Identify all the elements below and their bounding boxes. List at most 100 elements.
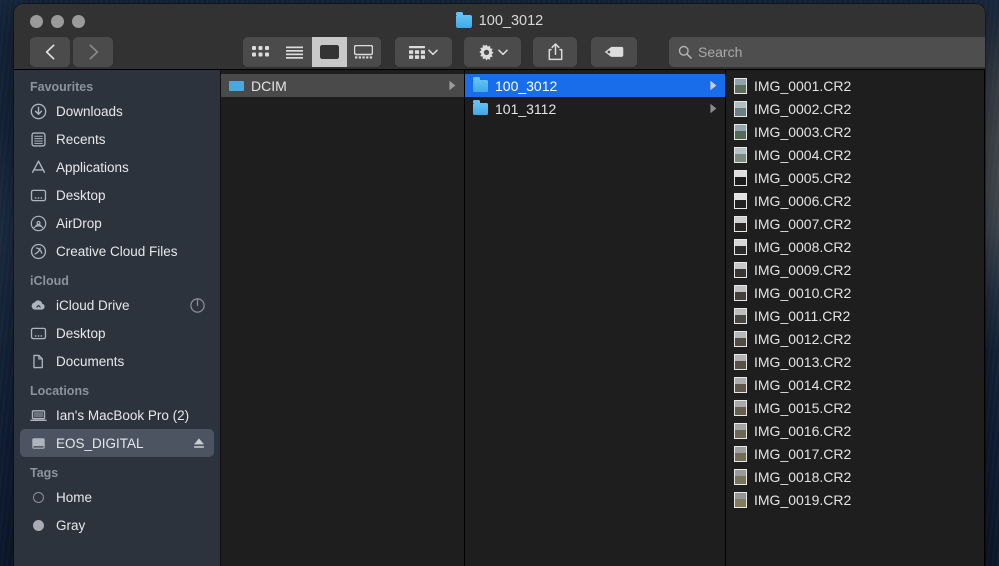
column-folders[interactable]: 100_3012 101_3112 bbox=[465, 70, 726, 566]
file-row[interactable]: IMG_0019.CR2 bbox=[726, 488, 984, 511]
file-row[interactable]: IMG_0011.CR2 bbox=[726, 304, 984, 327]
disclosure-arrow-icon bbox=[448, 80, 457, 91]
file-row[interactable]: IMG_0017.CR2 bbox=[726, 442, 984, 465]
folder-row[interactable]: DCIM bbox=[221, 74, 464, 97]
window-title: 100_3012 bbox=[14, 11, 985, 29]
column-dcim[interactable]: DCIM bbox=[221, 70, 465, 566]
file-thumbnail bbox=[734, 215, 747, 232]
file-name: IMG_0007.CR2 bbox=[754, 215, 852, 232]
arrange-button[interactable] bbox=[395, 37, 452, 67]
file-row[interactable]: IMG_0012.CR2 bbox=[726, 327, 984, 350]
file-row[interactable]: IMG_0004.CR2 bbox=[726, 143, 984, 166]
finder-toolbar: 100_3012 Search bbox=[14, 4, 985, 70]
desktop-icon bbox=[30, 187, 47, 204]
column-view-button[interactable] bbox=[312, 37, 347, 67]
sidebar-item-desktop[interactable]: Desktop bbox=[20, 181, 214, 209]
search-icon bbox=[678, 45, 692, 59]
sidebar-section-header-locations: Locations bbox=[30, 384, 90, 398]
file-row[interactable]: IMG_0018.CR2 bbox=[726, 465, 984, 488]
icon-view-button[interactable] bbox=[243, 37, 278, 67]
file-thumbnail bbox=[734, 100, 747, 117]
file-thumbnail bbox=[734, 192, 747, 209]
gallery-view-button[interactable] bbox=[347, 37, 382, 67]
share-button[interactable] bbox=[533, 37, 577, 67]
sidebar-item-airdrop[interactable]: AirDrop bbox=[20, 209, 214, 237]
sidebar-item-label: Creative Cloud Files bbox=[56, 243, 178, 259]
search-placeholder: Search bbox=[698, 44, 743, 60]
finder-window: 100_3012 Search Favourites Downloads Rec… bbox=[14, 4, 985, 566]
tag-dot-hollow bbox=[30, 489, 47, 506]
file-thumbnail bbox=[734, 376, 747, 393]
sidebar-item-ian-s-macbook-pro-2[interactable]: Ian's MacBook Pro (2) bbox=[20, 401, 214, 429]
creative-cloud-icon bbox=[30, 243, 47, 260]
file-row[interactable]: IMG_0008.CR2 bbox=[726, 235, 984, 258]
file-name: IMG_0001.CR2 bbox=[754, 77, 852, 94]
file-row[interactable]: IMG_0016.CR2 bbox=[726, 419, 984, 442]
file-row[interactable]: IMG_0009.CR2 bbox=[726, 258, 984, 281]
sidebar-item-label: Recents bbox=[56, 131, 106, 147]
sidebar-item-eos-digital[interactable]: EOS_DIGITAL bbox=[20, 429, 214, 457]
eject-icon bbox=[194, 438, 204, 448]
file-name: IMG_0014.CR2 bbox=[754, 376, 852, 393]
sidebar-item-gray[interactable]: Gray bbox=[20, 511, 214, 539]
search-input[interactable]: Search bbox=[669, 37, 985, 67]
maximize-button[interactable] bbox=[72, 15, 85, 28]
action-menu-button[interactable] bbox=[464, 37, 521, 67]
sidebar-item-label: Documents bbox=[56, 353, 125, 369]
airdrop-icon bbox=[30, 215, 47, 232]
folder-icon bbox=[473, 100, 488, 115]
file-row[interactable]: IMG_0005.CR2 bbox=[726, 166, 984, 189]
sidebar-item-creative-cloud-files[interactable]: Creative Cloud Files bbox=[20, 237, 214, 265]
sync-progress-icon bbox=[190, 297, 205, 313]
desktop-icon bbox=[30, 325, 47, 342]
chevron-down-icon bbox=[497, 49, 508, 55]
back-button[interactable] bbox=[30, 37, 70, 67]
disclosure-arrow-icon bbox=[710, 103, 717, 114]
file-row[interactable]: IMG_0007.CR2 bbox=[726, 212, 984, 235]
file-row[interactable]: IMG_0010.CR2 bbox=[726, 281, 984, 304]
sidebar-item-applications[interactable]: Applications bbox=[20, 153, 214, 181]
disclosure-arrow-icon bbox=[710, 80, 717, 91]
external-drive-icon bbox=[30, 435, 47, 452]
file-name: IMG_0008.CR2 bbox=[754, 238, 852, 255]
file-row[interactable]: IMG_0001.CR2 bbox=[726, 74, 984, 97]
sidebar-item-recents[interactable]: Recents bbox=[20, 125, 214, 153]
column-files[interactable]: IMG_0001.CR2 IMG_0002.CR2 IMG_0003.CR2 IMG_… bbox=[726, 70, 985, 566]
file-name: IMG_0019.CR2 bbox=[754, 491, 852, 508]
file-row[interactable]: IMG_0013.CR2 bbox=[726, 350, 984, 373]
file-row[interactable]: IMG_0002.CR2 bbox=[726, 97, 984, 120]
tag-icon bbox=[604, 46, 624, 57]
sidebar-item-home[interactable]: Home bbox=[20, 483, 214, 511]
folder-row[interactable]: 100_3012 bbox=[465, 74, 725, 97]
forward-button[interactable] bbox=[73, 37, 113, 67]
recents-icon bbox=[30, 131, 47, 148]
sidebar-item-label: Gray bbox=[56, 517, 86, 533]
sidebar-item-label: EOS_DIGITAL bbox=[56, 435, 144, 451]
window-title-text: 100_3012 bbox=[478, 13, 544, 29]
eject-icon[interactable] bbox=[192, 436, 206, 450]
minimize-button[interactable] bbox=[51, 15, 64, 28]
view-mode-switcher bbox=[243, 37, 381, 67]
finder-body: Favourites Downloads Recents Applications… bbox=[14, 70, 985, 566]
file-row[interactable]: IMG_0006.CR2 bbox=[726, 189, 984, 212]
share-icon bbox=[548, 43, 562, 61]
sidebar-item-desktop[interactable]: Desktop bbox=[20, 319, 214, 347]
file-thumbnail bbox=[734, 146, 747, 163]
file-row[interactable]: IMG_0015.CR2 bbox=[726, 396, 984, 419]
file-thumbnail bbox=[734, 445, 747, 462]
list-view-button[interactable] bbox=[278, 37, 313, 67]
sidebar-item-documents[interactable]: Documents bbox=[20, 347, 214, 375]
tags-button[interactable] bbox=[591, 37, 637, 67]
file-row[interactable]: IMG_0014.CR2 bbox=[726, 373, 984, 396]
sync-progress-icon bbox=[189, 297, 206, 314]
column-browser: DCIM 100_3012 101_3112 IMG_0001.CR2 IMG_00… bbox=[221, 70, 985, 566]
sidebar-item-downloads[interactable]: Downloads bbox=[20, 97, 214, 125]
close-button[interactable] bbox=[30, 15, 43, 28]
sidebar-item-label: Desktop bbox=[56, 187, 106, 203]
folder-row[interactable]: 101_3112 bbox=[465, 97, 725, 120]
file-row[interactable]: IMG_0003.CR2 bbox=[726, 120, 984, 143]
sidebar-section-header-favourites: Favourites bbox=[30, 80, 94, 94]
file-thumbnail bbox=[734, 123, 747, 140]
file-thumbnail bbox=[734, 399, 747, 416]
sidebar-item-icloud-drive[interactable]: iCloud Drive bbox=[20, 291, 214, 319]
